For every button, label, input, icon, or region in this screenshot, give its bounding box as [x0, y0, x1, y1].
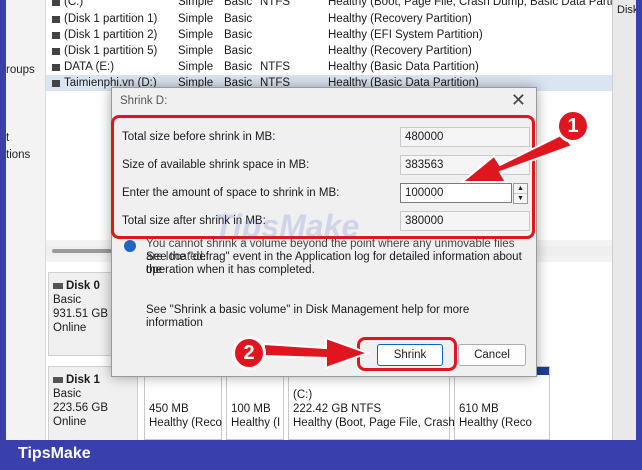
- arrow-to-shrink-button: [263, 336, 371, 370]
- watermark-logo: TipsMake: [214, 208, 360, 244]
- footer-banner: TipsMake: [0, 440, 642, 470]
- arrow-to-amount-field: [459, 132, 574, 183]
- step-1-badge: 1: [556, 109, 590, 143]
- step-2-badge: 2: [232, 336, 266, 370]
- brand-logo: TipsMake: [18, 445, 91, 462]
